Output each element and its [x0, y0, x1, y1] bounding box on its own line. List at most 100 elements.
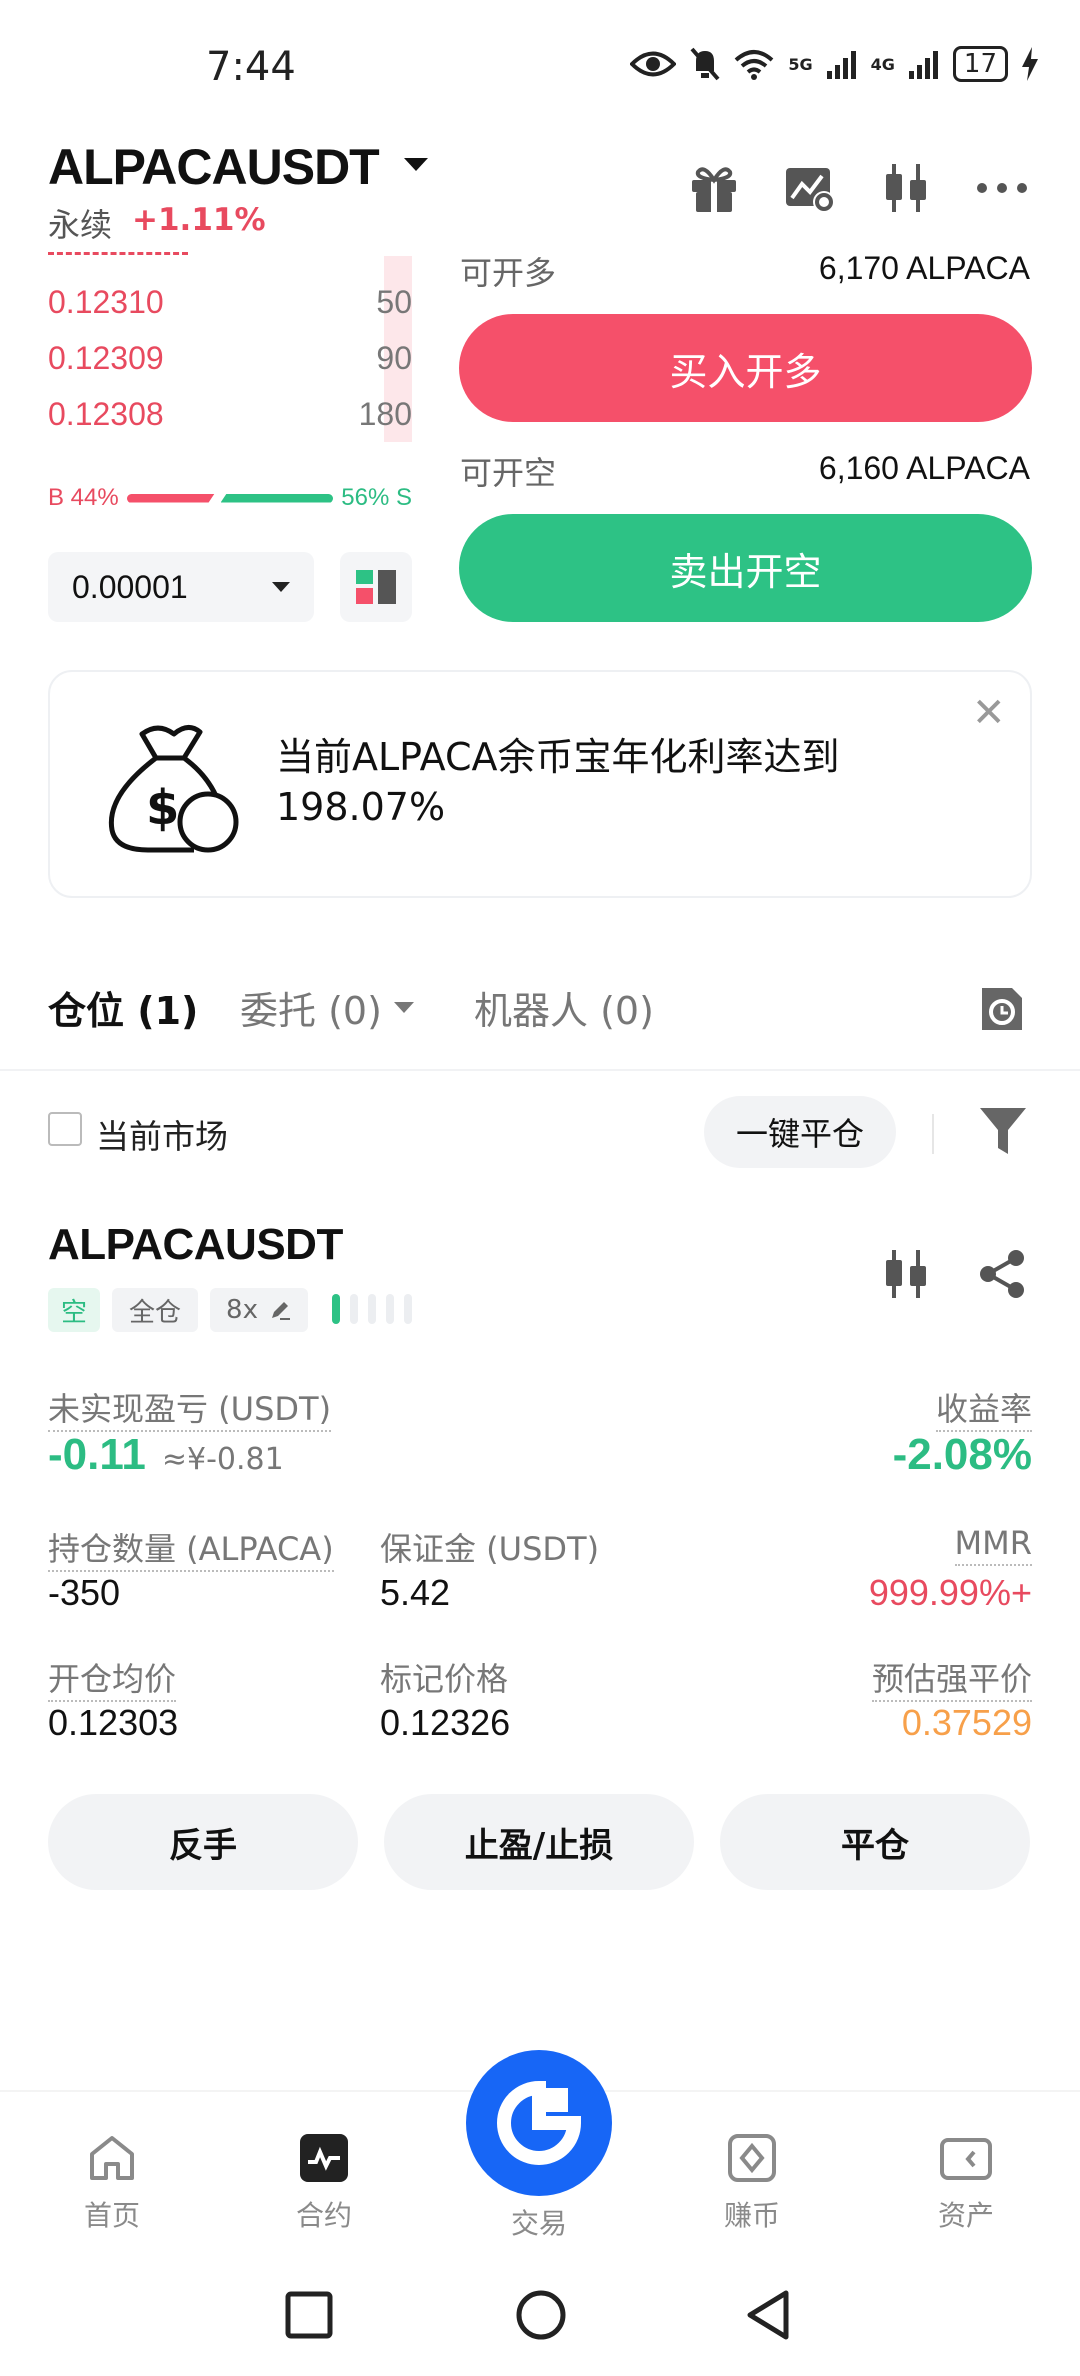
charging-icon	[1022, 47, 1038, 81]
sell-ratio-label: 56% S	[341, 484, 412, 511]
signal-icon	[826, 51, 856, 79]
home-circle-icon[interactable]	[514, 2288, 568, 2342]
short-available-label: 可开空	[460, 454, 557, 492]
close-icon[interactable]: ✕	[972, 690, 1006, 736]
margin-label: 保证金 (USDT)	[380, 1530, 600, 1568]
buy-ratio-label: B 44%	[48, 484, 119, 511]
home-icon	[90, 2136, 134, 2180]
mute-bell-icon	[690, 47, 720, 81]
long-available-value: 6,170 ALPACA	[818, 250, 1030, 286]
candlestick-icon[interactable]	[878, 1246, 934, 1302]
margin-value: 5.42	[380, 1572, 451, 1613]
pair-title[interactable]: ALPACAUSDT	[48, 138, 380, 196]
mmr-label[interactable]: MMR	[954, 1524, 1032, 1566]
wifi-icon	[735, 50, 774, 80]
risk-level-meter	[332, 1294, 412, 1324]
buy-sell-ratio-bar	[127, 493, 334, 503]
nav-assets[interactable]: 资产	[886, 2132, 1046, 2234]
tp-sl-button[interactable]: 止盈/止损	[384, 1794, 694, 1890]
chevron-down-icon[interactable]	[394, 1002, 414, 1013]
nav-futures[interactable]: 合约	[244, 2132, 404, 2234]
liq-label-wrap: 预估强平价	[871, 1654, 1032, 1702]
status-icons: 5G 4G 17	[630, 46, 1038, 82]
tab-orders[interactable]: 委托 (0)	[240, 980, 382, 1035]
unrealized-pnl-cny: ≈¥-0.81	[161, 1442, 284, 1477]
candlestick-icon[interactable]	[878, 160, 934, 216]
nav-home-label: 首页	[83, 2199, 140, 2232]
nav-earn[interactable]: 赚币	[672, 2132, 832, 2234]
current-market-label: 当前市场	[96, 1117, 228, 1156]
tab-positions[interactable]: 仓位 (1)	[48, 980, 198, 1035]
roe-label[interactable]: 收益率	[935, 1390, 1032, 1432]
nav-home[interactable]: 首页	[32, 2132, 192, 2234]
nav-trade-button[interactable]	[466, 2050, 612, 2196]
ask-row[interactable]: 0.12309 90	[48, 330, 412, 386]
ask-price: 0.12309	[48, 339, 164, 376]
risk-level-segment	[350, 1294, 358, 1324]
size-label-wrap: 持仓数量 (ALPACA)	[48, 1524, 334, 1572]
gift-icon[interactable]	[686, 160, 742, 216]
earn-icon	[728, 2134, 776, 2182]
ask-price: 0.12310	[48, 283, 164, 320]
close-position-button[interactable]: 平仓	[720, 1794, 1030, 1890]
risk-level-segment	[368, 1294, 376, 1324]
mark-price-value: 0.12326	[380, 1702, 511, 1743]
reverse-button[interactable]: 反手	[48, 1794, 358, 1890]
filter-icon[interactable]	[978, 1104, 1028, 1160]
side-tag: 空	[48, 1288, 100, 1332]
risk-level-segment	[404, 1294, 412, 1324]
nav-futures-label: 合约	[295, 2199, 352, 2232]
filter-divider	[932, 1114, 934, 1154]
pair-dropdown-caret-icon[interactable]	[404, 158, 428, 171]
liq-price-value: 0.37529	[901, 1702, 1032, 1743]
leverage-value: 8x	[226, 1295, 258, 1325]
unrealized-pnl-label[interactable]: 未实现盈亏 (USDT)	[48, 1390, 332, 1432]
ask-qty: 50	[376, 283, 412, 320]
orderbook-layout-button[interactable]	[340, 552, 412, 622]
unrealized-pnl-label-wrap: 未实现盈亏 (USDT)	[48, 1384, 332, 1432]
share-icon[interactable]	[974, 1246, 1030, 1302]
position-symbol[interactable]: ALPACAUSDT	[48, 1220, 343, 1270]
order-history-icon[interactable]	[978, 984, 1026, 1034]
entry-price-value: 0.12303	[48, 1702, 179, 1743]
buy-sell-ratio: B 44% 56% S	[48, 480, 412, 516]
wallet-icon	[940, 2138, 992, 2180]
long-available-label: 可开多	[460, 254, 557, 292]
buy-ratio-fill	[127, 494, 215, 503]
more-icon[interactable]	[974, 160, 1030, 216]
trade-icon	[497, 2080, 582, 2165]
mark-label-wrap: 标记价格	[380, 1654, 508, 1700]
entry-price-label[interactable]: 开仓均价	[48, 1660, 177, 1702]
status-time: 7:44	[206, 44, 296, 90]
chart-settings-icon[interactable]	[782, 160, 838, 216]
nav-trade-label: 交易	[510, 2207, 567, 2240]
svg-text:$: $	[146, 780, 179, 836]
ask-row[interactable]: 0.12308 180	[48, 386, 412, 442]
tick-size-select[interactable]: 0.00001	[48, 552, 314, 622]
signal-icon	[908, 51, 938, 79]
network-4g: 4G	[870, 54, 895, 74]
leverage-tag[interactable]: 8x	[210, 1288, 308, 1332]
roe-label-wrap: 收益率	[935, 1384, 1032, 1432]
tab-bots[interactable]: 机器人 (0)	[474, 980, 654, 1035]
close-all-button[interactable]: 一键平仓	[704, 1096, 896, 1168]
entry-label-wrap: 开仓均价	[48, 1654, 177, 1702]
buy-long-button[interactable]: 买入开多	[459, 314, 1032, 422]
battery-indicator: 17	[952, 46, 1008, 82]
position-size-value: -350	[48, 1572, 121, 1613]
tick-size-value: 0.00001	[72, 568, 188, 605]
mmr-label-wrap: MMR	[954, 1524, 1032, 1566]
recent-apps-icon[interactable]	[284, 2290, 334, 2340]
ask-row[interactable]: 0.12310 50	[48, 274, 412, 330]
ask-qty: 90	[376, 339, 412, 376]
mark-price-label: 标记价格	[380, 1660, 509, 1698]
eye-icon	[630, 51, 677, 77]
liq-price-label[interactable]: 预估强平价	[871, 1660, 1032, 1702]
sell-short-button[interactable]: 卖出开空	[459, 514, 1032, 622]
current-market-checkbox[interactable]	[48, 1112, 82, 1146]
position-size-label[interactable]: 持仓数量 (ALPACA)	[48, 1530, 334, 1572]
short-available-value: 6,160 ALPACA	[818, 450, 1030, 486]
money-bag-icon: $	[108, 725, 239, 853]
back-icon[interactable]	[744, 2288, 794, 2342]
risk-level-segment	[386, 1294, 394, 1324]
